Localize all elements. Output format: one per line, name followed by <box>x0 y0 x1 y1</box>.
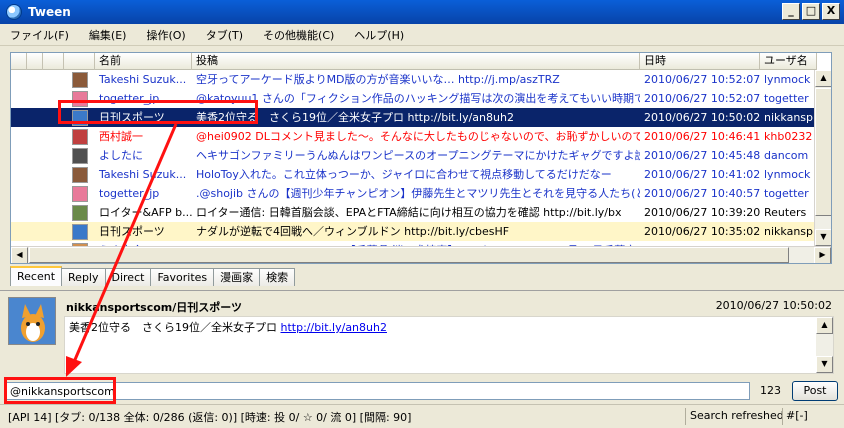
annotation-arrow-icon <box>66 123 178 377</box>
